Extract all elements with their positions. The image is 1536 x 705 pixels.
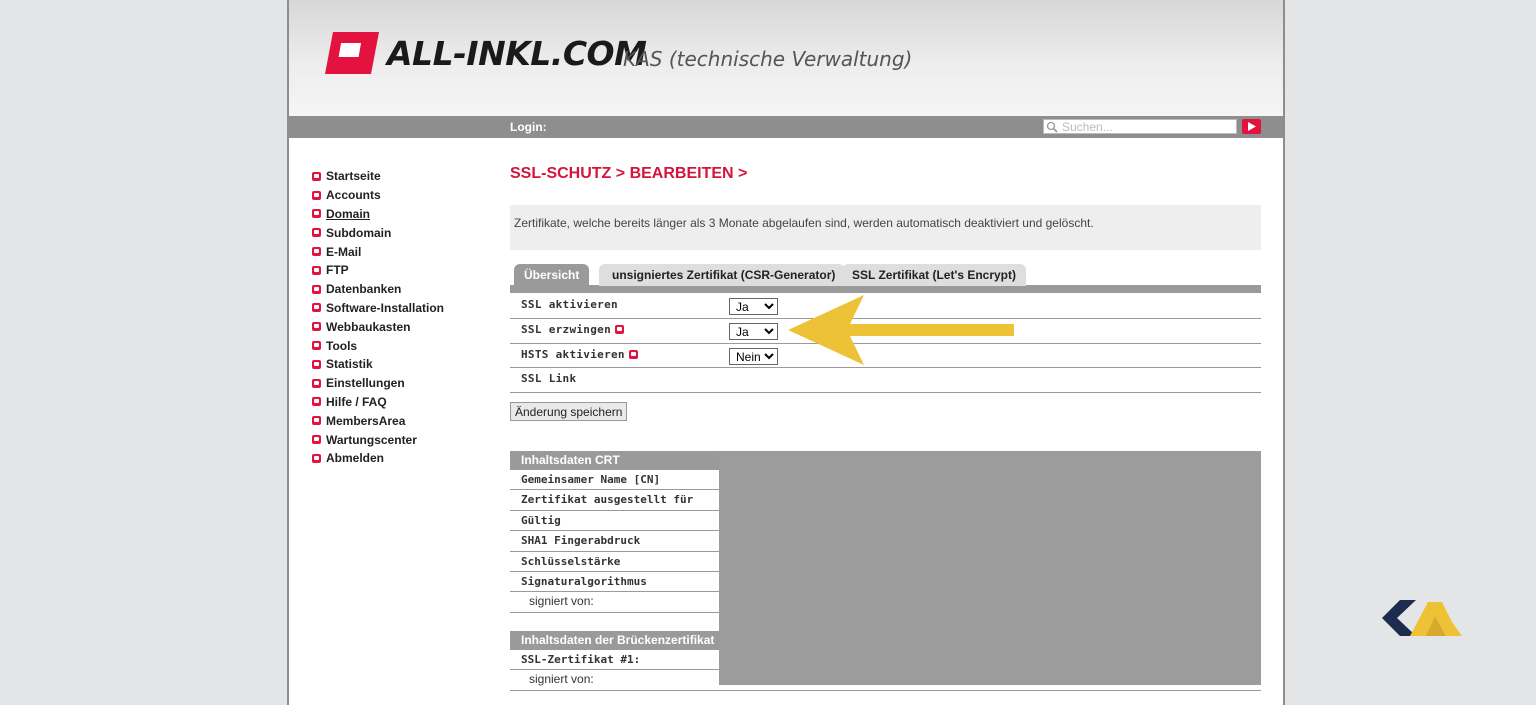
sidebar-item-statistik[interactable]: Statistik [312, 355, 492, 374]
search-input[interactable] [1043, 119, 1237, 134]
sidebar-item-label: Domain [326, 206, 371, 221]
ssl-aktivieren-select[interactable]: Ja Nein [729, 298, 778, 315]
save-changes-button[interactable]: Änderung speichern [510, 402, 628, 421]
corner-brand-logo [1382, 600, 1462, 636]
sidebar-item-startseite[interactable]: Startseite [312, 167, 492, 186]
help-icon[interactable] [615, 324, 624, 334]
search-submit-button[interactable] [1242, 119, 1261, 134]
sidebar-item-label: Software-Installation [326, 300, 445, 315]
page-container: ALL-INKL.COM KAS (technische Verwaltung)… [289, 0, 1283, 705]
sidebar-item-einstellungen[interactable]: Einstellungen [312, 374, 492, 393]
sidebar-item-label: Hilfe / FAQ [326, 394, 387, 409]
sidebar-item-label: Abmelden [326, 451, 385, 466]
yellow-arrow-icon [788, 295, 1014, 365]
sidebar-item-label: FTP [326, 263, 349, 278]
setting-ssl-link: SSL Link [510, 368, 1261, 394]
page-title: SSL-SCHUTZ > BEARBEITEN > [510, 165, 748, 182]
sidebar-item-email[interactable]: E-Mail [312, 242, 492, 261]
bullet-icon [312, 247, 321, 257]
help-icon[interactable] [628, 349, 638, 359]
setting-label-wrap: SSL erzwingen [521, 323, 624, 336]
sidebar-item-subdomain[interactable]: Subdomain [312, 223, 492, 242]
bullet-icon [312, 322, 321, 332]
bullet-icon [312, 341, 321, 351]
sidebar-item-domain[interactable]: Domain [312, 205, 492, 224]
setting-label: SSL aktivieren [521, 298, 618, 311]
bullet-icon [312, 303, 321, 313]
setting-label-wrap: HSTS aktivieren [521, 348, 638, 361]
sidebar-item-tools[interactable]: Tools [312, 336, 492, 355]
sidebar-item-label: Webbaukasten [326, 319, 411, 334]
header: ALL-INKL.COM KAS (technische Verwaltung) [289, 0, 1283, 116]
ssl-erzwingen-select[interactable]: Ja Nein [729, 322, 778, 340]
sidebar-item-label: Subdomain [326, 225, 392, 240]
tab-uebersicht[interactable]: Übersicht [514, 264, 590, 293]
tab-bar: Übersicht unsigniertes Zertifikat (CSR-G… [510, 264, 1261, 294]
allinkl-logo-icon [325, 32, 379, 74]
sidebar-item-ftp[interactable]: FTP [312, 261, 492, 280]
bullet-icon [312, 378, 321, 388]
sidebar-item-label: Einstellungen [326, 376, 405, 391]
bullet-icon [312, 416, 321, 426]
sidebar-item-abmelden[interactable]: Abmelden [312, 449, 492, 468]
play-arrow-icon [1248, 122, 1256, 131]
sidebar-item-membersarea[interactable]: MembersArea [312, 411, 492, 430]
bullet-icon [312, 228, 321, 238]
tab-lets-encrypt[interactable]: SSL Zertifikat (Let's Encrypt) [842, 264, 1026, 286]
brand-name: ALL-INKL.COM [387, 34, 647, 73]
sidebar-item-label: Startseite [326, 169, 381, 184]
sidebar-item-hilfe-faq[interactable]: Hilfe / FAQ [312, 393, 492, 412]
sidebar-item-wartungscenter[interactable]: Wartungscenter [312, 430, 492, 449]
search-icon [1046, 121, 1058, 133]
sidebar-item-webbaukasten[interactable]: Webbaukasten [312, 317, 492, 336]
sidebar-item-label: Statistik [326, 357, 373, 372]
redaction-overlay [719, 451, 1261, 685]
bullet-icon [312, 359, 321, 369]
hsts-aktivieren-select[interactable]: Nein Ja [729, 347, 778, 365]
bullet-icon [312, 435, 321, 445]
top-bar: Login: [289, 116, 1283, 138]
sidebar-item-label: E-Mail [326, 244, 362, 259]
bullet-icon [312, 190, 321, 200]
bullet-icon [312, 209, 321, 219]
bullet-icon [312, 265, 321, 275]
sidebar-item-label: Wartungscenter [326, 432, 417, 447]
bullet-icon [312, 171, 321, 181]
setting-label: SSL erzwingen [521, 322, 611, 336]
sidebar-item-software-installation[interactable]: Software-Installation [312, 299, 492, 318]
sidebar-nav: Startseite Accounts Domain Subdomain E-M… [312, 167, 492, 468]
bullet-icon [312, 397, 321, 407]
sidebar-item-label: MembersArea [326, 413, 406, 428]
setting-label: HSTS aktivieren [521, 347, 625, 361]
tab-underline [510, 285, 1261, 293]
setting-label: SSL Link [521, 372, 577, 386]
sidebar-item-label: Accounts [326, 188, 381, 203]
bullet-icon [312, 284, 321, 294]
bullet-icon [312, 453, 321, 463]
sidebar-item-label: Tools [326, 338, 358, 353]
login-label: Login: [510, 120, 547, 134]
info-notice: Zertifikate, welche bereits länger als 3… [510, 205, 1261, 250]
tab-csr-generator[interactable]: unsigniertes Zertifikat (CSR-Generator) [599, 264, 846, 286]
main-content: SSL-SCHUTZ > BEARBEITEN > Zertifikate, w… [510, 160, 1261, 691]
sidebar-item-label: Datenbanken [326, 282, 402, 297]
sidebar-item-datenbanken[interactable]: Datenbanken [312, 280, 492, 299]
sidebar-item-accounts[interactable]: Accounts [312, 186, 492, 205]
brand-subtitle: KAS (technische Verwaltung) [623, 47, 913, 71]
